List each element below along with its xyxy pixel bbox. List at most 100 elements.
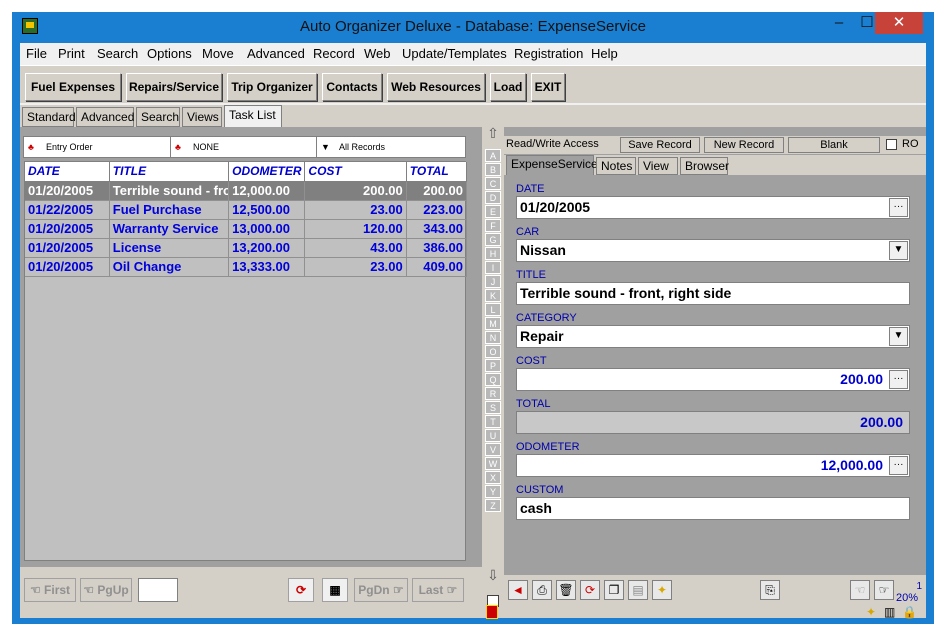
alpha-f[interactable]: F — [485, 219, 501, 232]
fuel-expenses-button[interactable]: Fuel Expenses — [25, 73, 121, 101]
alpha-x[interactable]: X — [485, 471, 501, 484]
alpha-i[interactable]: I — [485, 261, 501, 274]
chevron-down-icon[interactable]: ▼ — [889, 327, 908, 346]
table-row[interactable]: 01/22/2005 Fuel Purchase 12,500.00 23.00… — [25, 200, 468, 220]
alpha-m[interactable]: M — [485, 317, 501, 330]
table-row[interactable]: 01/20/2005 Terrible sound - front 12,000… — [25, 181, 468, 201]
tab-views[interactable]: Views — [182, 107, 222, 127]
title-field[interactable]: Terrible sound - front, right side — [516, 282, 910, 305]
ellipsis-button[interactable]: ··· — [889, 456, 908, 475]
menu-registration[interactable]: Registration — [514, 46, 583, 61]
menu-advanced[interactable]: Advanced — [247, 46, 305, 61]
alpha-q[interactable]: Q — [485, 373, 501, 386]
col-odometer[interactable]: ODOMETER — [228, 162, 306, 182]
repairs-service-button[interactable]: Repairs/Service — [126, 73, 222, 101]
alpha-z[interactable]: Z — [485, 499, 501, 512]
alpha-k[interactable]: K — [485, 289, 501, 302]
alpha-p[interactable]: P — [485, 359, 501, 372]
tab-task-list[interactable]: Task List — [224, 105, 282, 127]
alpha-r[interactable]: R — [485, 387, 501, 400]
odometer-field[interactable]: 12,000.00 ··· — [516, 454, 910, 477]
close-button[interactable]: ✕ — [875, 12, 923, 34]
refresh-icon[interactable]: ⟳ — [580, 580, 600, 600]
lightbulb-icon[interactable]: ✦ — [652, 580, 672, 600]
export-icon[interactable]: ⎘ — [760, 580, 780, 600]
trash-icon[interactable]: 🗑 — [556, 580, 576, 600]
records-selector[interactable]: ▼ All Records — [317, 137, 465, 157]
alpha-d[interactable]: D — [485, 191, 501, 204]
alpha-g[interactable]: G — [485, 233, 501, 246]
menu-print[interactable]: Print — [58, 46, 85, 61]
date-field[interactable]: 01/20/2005 ··· — [516, 196, 910, 219]
custom-field[interactable]: cash — [516, 497, 910, 520]
document-icon[interactable]: ▤ — [628, 580, 648, 600]
col-cost[interactable]: COST — [304, 162, 407, 182]
tab-advanced[interactable]: Advanced — [76, 107, 134, 127]
col-date[interactable]: DATE — [25, 162, 110, 182]
menu-record[interactable]: Record — [313, 46, 355, 61]
col-total[interactable]: TOTAL — [406, 162, 468, 182]
blank-button[interactable]: Blank — [788, 137, 880, 153]
menu-search[interactable]: Search — [97, 46, 138, 61]
print-icon[interactable]: ⎙ — [532, 580, 552, 600]
ellipsis-button[interactable]: ··· — [889, 198, 908, 217]
save-record-button[interactable]: Save Record — [620, 137, 700, 153]
menu-web[interactable]: Web — [364, 46, 391, 61]
alpha-s[interactable]: S — [485, 401, 501, 414]
filter-selector[interactable]: ♣ NONE — [171, 137, 317, 157]
new-record-button[interactable]: New Record — [704, 137, 784, 153]
first-button[interactable]: ☜ First — [24, 578, 76, 602]
alpha-w[interactable]: W — [485, 457, 501, 470]
alpha-e[interactable]: E — [485, 205, 501, 218]
load-button[interactable]: Load — [490, 73, 526, 101]
alpha-b[interactable]: B — [485, 163, 501, 176]
alpha-j[interactable]: J — [485, 275, 501, 288]
alpha-o[interactable]: O — [485, 345, 501, 358]
calculator-icon[interactable]: ▦ — [322, 578, 348, 602]
menu-file[interactable]: File — [26, 46, 47, 61]
exit-button[interactable]: EXIT — [531, 73, 565, 101]
tab-notes[interactable]: Notes — [596, 157, 636, 175]
scroll-up-icon[interactable]: ⇧ — [485, 126, 501, 140]
last-button[interactable]: Last ☞ — [412, 578, 464, 602]
tab-search[interactable]: Search — [136, 107, 180, 127]
chevron-down-icon[interactable]: ▼ — [889, 241, 908, 260]
category-select[interactable]: Repair ▼ — [516, 325, 910, 348]
web-resources-button[interactable]: Web Resources — [387, 73, 485, 101]
cost-field[interactable]: 200.00 ··· — [516, 368, 910, 391]
copy-icon[interactable]: ❐ — [604, 580, 624, 600]
contacts-button[interactable]: Contacts — [322, 73, 382, 101]
record-jump-input[interactable] — [138, 578, 178, 602]
table-row[interactable]: 01/20/2005 Oil Change 13,333.00 23.00 40… — [25, 257, 468, 277]
ro-checkbox[interactable] — [886, 139, 897, 150]
pgdn-button[interactable]: PgDn ☞ — [354, 578, 408, 602]
alpha-h[interactable]: H — [485, 247, 501, 260]
entry-order-selector[interactable]: ♣ Entry Order — [24, 137, 171, 157]
alpha-y[interactable]: Y — [485, 485, 501, 498]
menu-help[interactable]: Help — [591, 46, 618, 61]
scroll-down-icon[interactable]: ⇩ — [485, 568, 501, 582]
menu-update-templates[interactable]: Update/Templates — [402, 46, 507, 61]
pgup-button[interactable]: ☜ PgUp — [80, 578, 132, 602]
tab-browser[interactable]: Browser — [680, 157, 729, 175]
minimize-button[interactable]: – — [824, 12, 854, 34]
hand-right-icon[interactable]: ☞ — [874, 580, 894, 600]
refresh-icon[interactable]: ⟳ — [288, 578, 314, 602]
ellipsis-button[interactable]: ··· — [889, 370, 908, 389]
tab-expenseservice[interactable]: ExpenseService — [506, 155, 598, 175]
tab-view[interactable]: View — [638, 157, 678, 175]
alpha-a[interactable]: A — [485, 149, 501, 162]
alpha-t[interactable]: T — [485, 415, 501, 428]
alpha-n[interactable]: N — [485, 331, 501, 344]
col-title[interactable]: TITLE — [109, 162, 230, 182]
tab-standard[interactable]: Standard — [22, 107, 76, 127]
hand-left-icon[interactable]: ☜ — [850, 580, 870, 600]
alpha-v[interactable]: V — [485, 443, 501, 456]
table-row[interactable]: 01/20/2005 License 13,200.00 43.00 386.0… — [25, 238, 468, 258]
menu-options[interactable]: Options — [147, 46, 192, 61]
table-row[interactable]: 01/20/2005 Warranty Service 13,000.00 12… — [25, 219, 468, 239]
alpha-u[interactable]: U — [485, 429, 501, 442]
menu-move[interactable]: Move — [202, 46, 234, 61]
car-select[interactable]: Nissan ▼ — [516, 239, 910, 262]
alpha-c[interactable]: C — [485, 177, 501, 190]
